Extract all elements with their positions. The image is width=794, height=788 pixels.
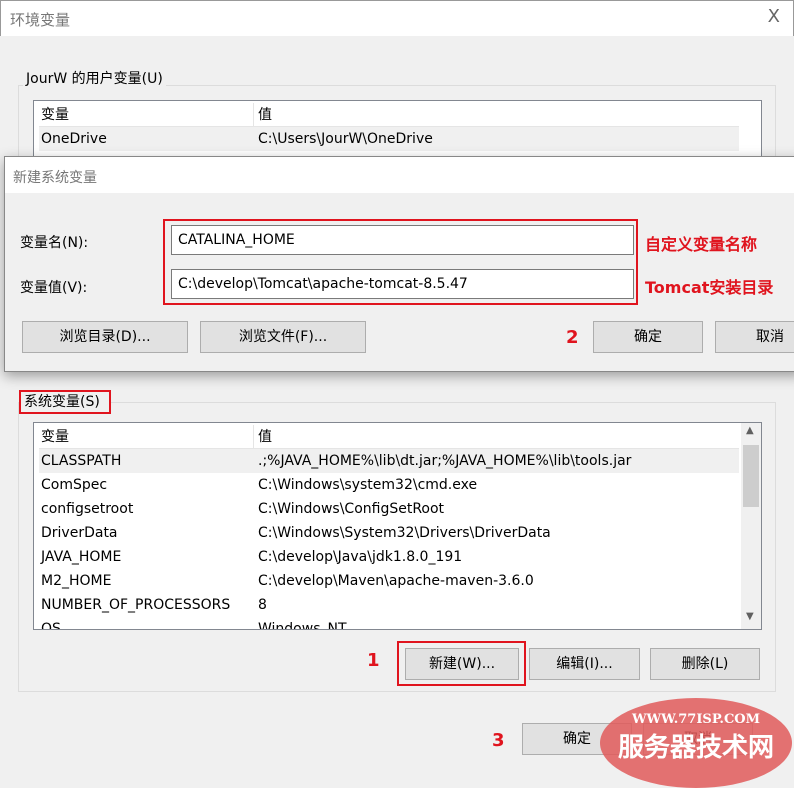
- browse-directory-button[interactable]: 浏览目录(D)...: [22, 321, 188, 353]
- scroll-down-icon[interactable]: ▼: [746, 611, 754, 622]
- dialog-cancel-button[interactable]: 取消: [715, 321, 794, 353]
- row-name: OS: [41, 621, 61, 630]
- watermark-url: WWW.77ISP.COM: [631, 712, 761, 727]
- new-button[interactable]: 新建(W)...: [405, 648, 519, 680]
- table-row[interactable]: NUMBER_OF_PROCESSORS 8: [39, 593, 739, 617]
- system-vars-label: 系统变量(S): [19, 390, 111, 414]
- value-annotation: Tomcat安装目录: [645, 278, 774, 297]
- list-header: 变量 值: [39, 425, 739, 449]
- row-name: JAVA_HOME: [41, 549, 122, 565]
- scrollbar[interactable]: ▲ ▼: [741, 423, 761, 629]
- row-name: OneDrive: [41, 131, 107, 147]
- step-2-label: 2: [566, 327, 579, 348]
- dialog-title: 新建系统变量: [13, 170, 97, 186]
- scrollbar-thumb[interactable]: [743, 445, 759, 507]
- header-value[interactable]: 值: [258, 425, 272, 449]
- row-name: configsetroot: [41, 501, 134, 517]
- row-name: M2_HOME: [41, 573, 112, 589]
- row-name: CLASSPATH: [41, 453, 122, 469]
- row-name: NUMBER_OF_PROCESSORS: [41, 597, 231, 613]
- row-value: C:\Users\JourW\OneDrive: [258, 131, 433, 147]
- header-value[interactable]: 值: [258, 103, 272, 127]
- watermark-name: 服务器技术网: [617, 733, 774, 763]
- step-3-label: 3: [492, 730, 505, 751]
- header-variable[interactable]: 变量: [41, 425, 69, 449]
- table-row[interactable]: CLASSPATH .;%JAVA_HOME%\lib\dt.jar;%JAVA_…: [39, 449, 739, 473]
- dialog-title-bar: [5, 157, 794, 193]
- table-row[interactable]: DriverData C:\Windows\System32\Drivers\Dr…: [39, 521, 739, 545]
- row-value: C:\Windows\ConfigSetRoot: [258, 501, 445, 517]
- row-name: DriverData: [41, 525, 118, 541]
- table-row[interactable]: OS Windows_NT: [39, 617, 739, 630]
- system-vars-list[interactable]: 变量 值 CLASSPATH .;%JAVA_HOME%\lib\dt.jar;%…: [33, 422, 762, 630]
- value-label: 变量值(V):: [20, 280, 88, 296]
- dialog-ok-button[interactable]: 确定: [593, 321, 703, 353]
- table-row[interactable]: OneDrive C:\Users\JourW\OneDrive: [39, 127, 739, 151]
- scroll-up-icon[interactable]: ▲: [746, 425, 754, 436]
- step-1-label: 1: [367, 650, 380, 671]
- table-row[interactable]: M2_HOME C:\develop\Maven\apache-maven-3.6…: [39, 569, 739, 593]
- row-value: C:\Windows\system32\cmd.exe: [258, 477, 478, 493]
- highlight-inputs: [163, 219, 638, 305]
- table-row[interactable]: configsetroot C:\Windows\ConfigSetRoot: [39, 497, 739, 521]
- delete-button[interactable]: 删除(L): [650, 648, 760, 680]
- name-annotation: 自定义变量名称: [645, 235, 758, 254]
- table-row[interactable]: JAVA_HOME C:\develop\Java\jdk1.8.0_191: [39, 545, 739, 569]
- name-label: 变量名(N):: [20, 235, 89, 251]
- row-value: C:\Windows\System32\Drivers\DriverData: [258, 525, 551, 541]
- title-bar: [0, 0, 794, 36]
- browse-file-button[interactable]: 浏览文件(F)...: [200, 321, 366, 353]
- close-button[interactable]: X: [768, 6, 780, 27]
- row-name: ComSpec: [41, 477, 108, 493]
- list-header: 变量 值: [39, 103, 739, 127]
- row-value: .;%JAVA_HOME%\lib\dt.jar;%JAVA_HOME%\lib…: [258, 453, 632, 469]
- row-value: C:\develop\Maven\apache-maven-3.6.0: [258, 573, 534, 589]
- row-value: Windows_NT: [258, 621, 347, 630]
- header-variable[interactable]: 变量: [41, 103, 69, 127]
- table-row[interactable]: ComSpec C:\Windows\system32\cmd.exe: [39, 473, 739, 497]
- user-vars-label: JourW 的用户变量(U): [23, 68, 166, 88]
- window-title: 环境变量: [10, 11, 71, 29]
- edit-button[interactable]: 编辑(I)...: [529, 648, 640, 680]
- row-value: C:\develop\Java\jdk1.8.0_191: [258, 549, 463, 565]
- row-value: 8: [258, 597, 267, 613]
- watermark-logo: WWW.77ISP.COM 服务器技术网: [600, 698, 792, 788]
